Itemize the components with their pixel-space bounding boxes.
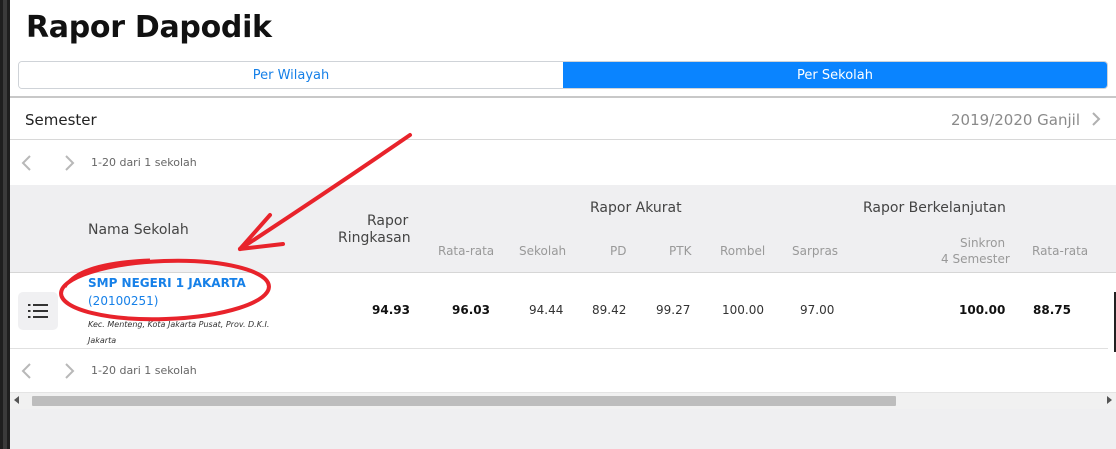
row-menu-button[interactable] (18, 292, 58, 330)
header-sekolah: Sekolah (519, 244, 567, 258)
chevron-left-icon[interactable] (20, 362, 34, 380)
semester-value: 2019/2020 Ganjil (951, 111, 1080, 129)
table-header: Nama Sekolah Rapor Ringkasan Rapor Akura… (10, 185, 1116, 273)
chevron-right-icon (1092, 112, 1101, 126)
header-pd: PD (610, 244, 627, 258)
scrollbar-thumb[interactable] (32, 396, 896, 406)
pagination-info: 1-20 dari 1 sekolah (91, 156, 197, 169)
scroll-right-arrow-icon[interactable] (1107, 396, 1112, 404)
horizontal-scrollbar[interactable] (10, 392, 1116, 409)
semester-selector[interactable]: Semester 2019/2020 Ganjil (10, 98, 1116, 140)
header-rapor-berkelanjutan: Rapor Berkelanjutan (863, 200, 1006, 216)
header-sarpras: Sarpras (792, 244, 839, 258)
semester-label: Semester (25, 111, 97, 129)
cell-berkelanjutan-rata-rata: 88.75 (1033, 303, 1071, 317)
header-rata-rata: Rata-rata (438, 244, 495, 258)
tab-per-sekolah[interactable]: Per Sekolah (563, 62, 1107, 88)
cell-sarpras: 97.00 (800, 303, 835, 317)
cell-akurat-rata-rata: 96.03 (452, 303, 490, 317)
pagination-info: 1-20 dari 1 sekolah (91, 364, 197, 377)
header-sinkron-2: 4 Semester (941, 252, 1010, 266)
header-rapor-ringkasan-2: Ringkasan (338, 230, 411, 246)
school-name-link[interactable]: SMP NEGERI 1 JAKARTA (88, 276, 246, 290)
table-row: SMP NEGERI 1 JAKARTA (20100251) Kec. Men… (10, 273, 1108, 349)
cell-ptk: 99.27 (656, 303, 691, 317)
chevron-right-icon[interactable] (62, 362, 76, 380)
cell-pd: 89.42 (592, 303, 627, 317)
header-rapor-akurat: Rapor Akurat (590, 200, 682, 216)
footer-area (10, 409, 1116, 449)
page-title: Rapor Dapodik (26, 10, 272, 45)
scroll-left-arrow-icon[interactable] (14, 396, 19, 404)
pagination-top: 1-20 dari 1 sekolah (10, 144, 1116, 182)
header-rata-rata-2: Rata-rata (1032, 244, 1089, 258)
cell-rapor-ringkasan: 94.93 (372, 303, 410, 317)
header-nama-sekolah: Nama Sekolah (88, 222, 189, 238)
school-npsn[interactable]: (20100251) (88, 294, 158, 308)
chevron-right-icon[interactable] (62, 154, 76, 172)
header-ptk: PTK (669, 244, 692, 258)
left-window-edge (0, 0, 10, 449)
header-rapor-ringkasan-1: Rapor (367, 213, 409, 229)
pagination-bottom: 1-20 dari 1 sekolah (10, 352, 1116, 390)
cell-sinkron: 100.00 (959, 303, 1006, 317)
header-rombel: Rombel (720, 244, 766, 258)
tab-per-wilayah[interactable]: Per Wilayah (19, 62, 563, 88)
list-icon (28, 304, 48, 318)
chevron-left-icon[interactable] (20, 154, 34, 172)
view-segmented-control: Per Wilayah Per Sekolah (18, 61, 1108, 89)
header-sinkron-1: Sinkron (960, 236, 1006, 250)
cell-rombel: 100.00 (722, 303, 764, 317)
school-address: Kec. Menteng, Kota Jakarta Pusat, Prov. … (88, 320, 270, 345)
cell-sekolah: 94.44 (529, 303, 564, 317)
